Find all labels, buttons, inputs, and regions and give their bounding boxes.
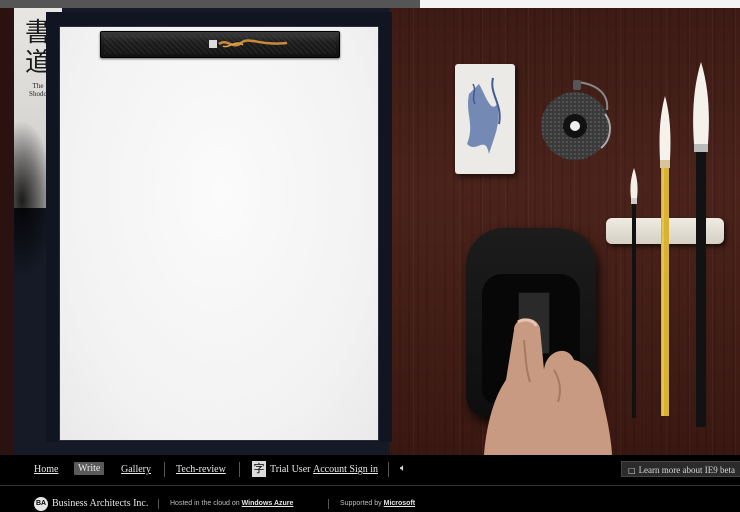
account-sign-in-link[interactable]: Account Sign in	[313, 464, 378, 475]
footer: BA Business Architects Inc. Hosted in th…	[0, 485, 740, 512]
nav-divider	[239, 462, 240, 477]
footer-divider	[158, 499, 159, 509]
browser-top-strip	[420, 0, 740, 8]
nav-home-link[interactable]: Home	[34, 464, 58, 475]
nav-divider	[164, 462, 165, 477]
paperweight-cord-icon	[209, 39, 288, 48]
speaker-icon[interactable]: 🔈︎	[400, 463, 406, 474]
blue-pattern-icon	[467, 77, 501, 154]
windows-azure-link[interactable]: Windows Azure	[242, 500, 294, 507]
nav-tech-review-link[interactable]: Tech-review	[176, 464, 226, 475]
user-icon: 字	[252, 461, 266, 477]
hosted-text: Hosted in the cloud on Windows Azure	[170, 500, 294, 507]
footer-divider	[328, 499, 329, 509]
medium-brush[interactable]	[657, 96, 673, 416]
calligraphy-stage: 書道 The Shodo	[0, 0, 740, 455]
microsoft-link[interactable]: Microsoft	[384, 500, 416, 507]
company-name[interactable]: Business Architects Inc.	[52, 498, 148, 509]
window-top-strip	[0, 0, 420, 8]
paperweight	[100, 31, 340, 58]
iron-water-dropper[interactable]	[537, 80, 613, 162]
large-brush[interactable]	[690, 62, 712, 427]
ie9-info-button[interactable]: □ Learn more about IE9 beta	[621, 461, 740, 477]
window-icon: □	[628, 466, 636, 475]
supported-text: Supported by Microsoft	[340, 500, 416, 507]
writing-paper-canvas[interactable]	[60, 27, 378, 440]
nav-divider	[388, 462, 389, 477]
small-brush[interactable]	[629, 168, 639, 418]
main-nav: Home Write Gallery Tech-review 字 Trial U…	[0, 455, 740, 485]
hand-grinding-ink	[484, 310, 616, 455]
user-name-label: Trial User	[270, 464, 311, 475]
nav-write-link[interactable]: Write	[74, 462, 105, 475]
company-logo-icon: BA	[34, 497, 48, 511]
nav-gallery-link[interactable]: Gallery	[121, 464, 151, 475]
ceramic-ink-plate[interactable]	[455, 64, 515, 174]
